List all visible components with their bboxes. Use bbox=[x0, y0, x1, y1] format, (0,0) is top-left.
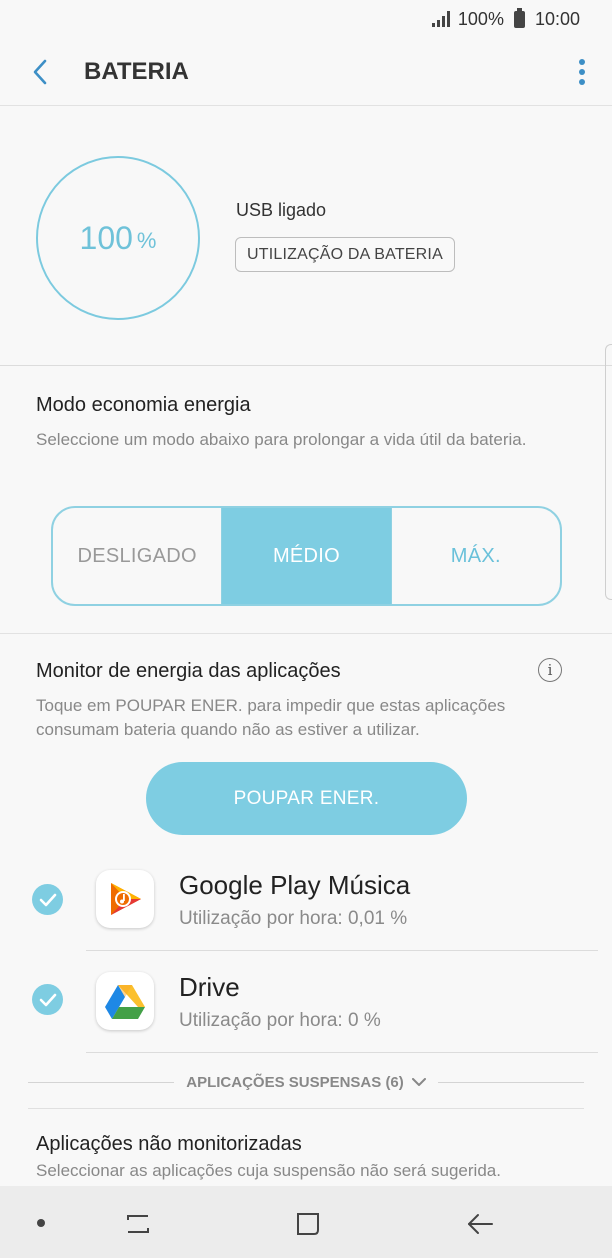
list-item[interactable]: Drive Utilização por hora: 0 % bbox=[0, 952, 612, 1052]
battery-overview: 100 % USB ligado UTILIZAÇÃO DA BATERIA bbox=[0, 106, 612, 366]
power-mode-selector: DESLIGADO MÉDIO MÁX. bbox=[51, 506, 562, 606]
mode-medium-option[interactable]: MÉDIO bbox=[221, 508, 392, 604]
app-name: Google Play Música bbox=[179, 870, 411, 900]
more-vertical-icon bbox=[579, 58, 585, 85]
battery-usage-button[interactable]: UTILIZAÇÃO DA BATERIA bbox=[235, 237, 455, 272]
power-mode-title: Modo economia energia bbox=[36, 394, 251, 416]
mode-off-option[interactable]: DESLIGADO bbox=[53, 508, 221, 604]
clock: 10:00 bbox=[534, 8, 580, 29]
back-button[interactable] bbox=[0, 38, 80, 106]
navigation-bar bbox=[0, 1186, 612, 1258]
info-icon[interactable]: i bbox=[538, 658, 562, 682]
divider bbox=[86, 950, 598, 951]
recents-icon bbox=[127, 1215, 149, 1233]
battery-level-unit: % bbox=[136, 228, 157, 253]
power-mode-description: Seleccione um modo abaixo para prolongar… bbox=[36, 430, 527, 449]
home-button[interactable] bbox=[292, 1208, 324, 1240]
unmonitored-apps-item[interactable]: Aplicações não monitorizadas Seleccionar… bbox=[28, 1108, 584, 1186]
divider bbox=[86, 1052, 598, 1053]
recents-button[interactable] bbox=[122, 1208, 154, 1240]
more-options-button[interactable] bbox=[552, 38, 612, 106]
mode-max-option[interactable]: MÁX. bbox=[392, 508, 560, 604]
check-icon bbox=[39, 893, 56, 906]
power-saving-mode-section: Modo economia energia Seleccione um modo… bbox=[0, 366, 612, 634]
save-power-button[interactable]: POUPAR ENER. bbox=[146, 762, 467, 835]
suspended-apps-toggle[interactable]: APLICAÇÕES SUSPENSAS (6) bbox=[28, 1054, 585, 1110]
app-monitor-description: Toque em POUPAR ENER. para impedir que e… bbox=[36, 696, 506, 739]
battery-level-value: 100 bbox=[79, 219, 133, 256]
divider bbox=[437, 1081, 585, 1083]
google-drive-icon bbox=[96, 972, 154, 1030]
chevron-left-icon bbox=[33, 59, 47, 84]
app-usage: Utilização por hora: 0 % bbox=[179, 1010, 381, 1031]
suspended-apps-text: APLICAÇÕES SUSPENSAS (6) bbox=[186, 1073, 404, 1091]
chevron-down-icon bbox=[411, 1077, 426, 1086]
back-icon bbox=[468, 1214, 493, 1234]
back-nav-button[interactable] bbox=[464, 1208, 496, 1240]
google-play-music-icon bbox=[96, 870, 154, 928]
app-bar: BATERIA bbox=[0, 38, 612, 106]
unmonitored-apps-title: Aplicações não monitorizadas bbox=[36, 1133, 302, 1155]
page-title: BATERIA bbox=[84, 57, 189, 85]
suspended-apps-label: APLICAÇÕES SUSPENSAS (6) bbox=[174, 1074, 438, 1091]
app-power-monitor-section: Monitor de energia das aplicações i Toqu… bbox=[0, 634, 612, 1108]
app-name: Drive bbox=[179, 972, 240, 1002]
signal-icon bbox=[431, 11, 450, 27]
nav-dot-indicator[interactable] bbox=[37, 1219, 45, 1227]
check-icon bbox=[39, 993, 56, 1006]
status-bar: 100% 10:00 bbox=[0, 0, 612, 38]
battery-icon bbox=[513, 7, 525, 28]
battery-level-circle: 100 % bbox=[36, 156, 200, 320]
checkbox[interactable] bbox=[32, 884, 63, 915]
checkbox[interactable] bbox=[32, 984, 63, 1015]
app-usage: Utilização por hora: 0,01 % bbox=[179, 908, 408, 929]
charging-status: USB ligado bbox=[236, 200, 327, 220]
battery-percentage: 100% bbox=[457, 8, 504, 29]
app-monitor-title: Monitor de energia das aplicações bbox=[36, 660, 341, 682]
list-item[interactable]: Google Play Música Utilização por hora: … bbox=[0, 850, 612, 950]
unmonitored-apps-description: Seleccionar as aplicações cuja suspensão… bbox=[36, 1161, 501, 1180]
home-icon bbox=[297, 1213, 319, 1235]
divider bbox=[28, 1081, 175, 1083]
